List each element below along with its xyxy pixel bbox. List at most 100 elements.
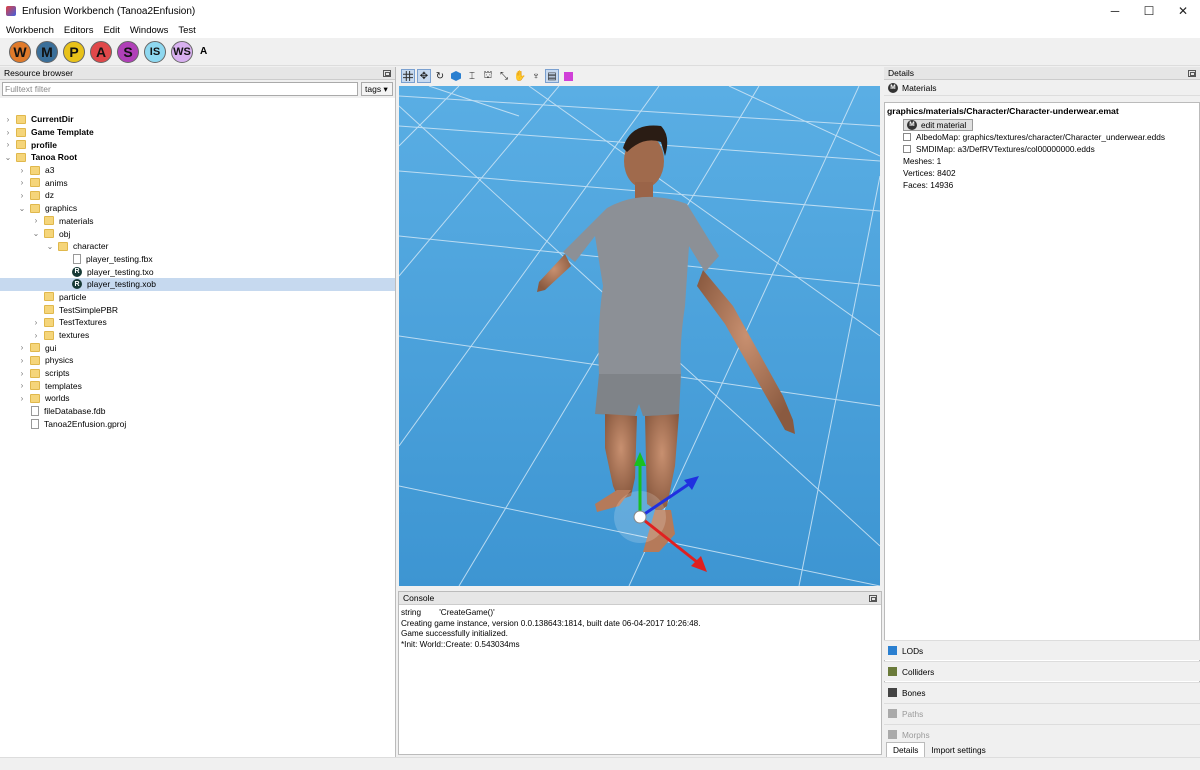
collapsed-arrow-icon[interactable]: › [18, 381, 26, 390]
tree-item[interactable]: ⌄ obj [0, 227, 395, 240]
tree-item[interactable]: › anims [0, 176, 395, 189]
tree-item[interactable]: ⌄ Tanoa Root [0, 151, 395, 164]
tree-item[interactable]: player_testing.fbx [0, 253, 395, 266]
tab-details[interactable]: Details [886, 742, 926, 757]
tree-item[interactable]: › a3 [0, 164, 395, 177]
module-button-is[interactable]: IS [144, 40, 166, 63]
hand-icon[interactable]: ✋ [513, 69, 527, 83]
tags-dropdown[interactable]: tags ▾ [361, 82, 393, 96]
menu-editors[interactable]: Editors [64, 25, 94, 36]
tree-item[interactable]: Tanoa2Enfusion.gproj [0, 418, 395, 431]
menu-test[interactable]: Test [178, 25, 195, 36]
module-button-a[interactable]: A [90, 40, 112, 63]
minimize-button[interactable]: ─ [1098, 0, 1132, 22]
morphs-icon [888, 730, 897, 739]
module-button-m[interactable]: M [36, 40, 58, 63]
undock-icon[interactable] [1188, 69, 1196, 77]
module-button-ws[interactable]: WS [171, 40, 193, 63]
tree-item[interactable]: TestSimplePBR [0, 303, 395, 316]
section-lods[interactable]: LODs [884, 640, 1200, 660]
move-icon[interactable]: ✥ [417, 69, 431, 83]
materials-section-header[interactable]: M Materials [884, 80, 1200, 96]
folder-icon [30, 355, 40, 365]
tree-item[interactable]: › CurrentDir [0, 113, 395, 126]
tree-item[interactable]: Rplayer_testing.txo [0, 265, 395, 278]
tree-item[interactable]: › worlds [0, 392, 395, 405]
maximize-button[interactable]: ☐ [1132, 0, 1166, 22]
grid-icon[interactable] [401, 69, 415, 83]
console-output[interactable]: string 'CreateGame()' Creating game inst… [399, 605, 881, 653]
cube-icon[interactable] [449, 69, 463, 83]
vertices-count: Vertices: 8402 [903, 168, 956, 178]
tree-item[interactable]: › TestTextures [0, 316, 395, 329]
tree-item[interactable]: › gui [0, 341, 395, 354]
tree-item[interactable]: fileDatabase.fdb [0, 405, 395, 418]
collapsed-arrow-icon[interactable]: › [4, 115, 12, 124]
font-tool-button[interactable]: A [200, 46, 207, 57]
section-colliders[interactable]: Colliders [884, 661, 1200, 681]
rotate-icon[interactable]: ↻ [433, 69, 447, 83]
edit-material-button[interactable]: M edit material [903, 119, 974, 131]
tree-item[interactable]: › templates [0, 379, 395, 392]
fulltext-filter-input[interactable]: Fulltext filter [2, 82, 358, 96]
collapsed-arrow-icon[interactable]: › [18, 343, 26, 352]
tab-import-settings[interactable]: Import settings [925, 742, 991, 757]
albedo-map: AlbedoMap: graphics/textures/character/C… [916, 132, 1166, 142]
folder-icon [30, 381, 40, 391]
morph-icon[interactable] [561, 69, 575, 83]
file-icon [31, 418, 39, 429]
expanded-arrow-icon[interactable]: ⌄ [46, 242, 54, 251]
module-button-p[interactable]: P [63, 40, 85, 63]
collapsed-arrow-icon[interactable]: › [18, 394, 26, 403]
tree-item[interactable]: › profile [0, 138, 395, 151]
menu-windows[interactable]: Windows [130, 25, 169, 36]
tree-item[interactable]: › physics [0, 354, 395, 367]
status-bar [0, 757, 1200, 770]
skeleton-icon[interactable]: ♆ [529, 69, 543, 83]
viewport-toolbar: ✥ ↻ ⌶ ⛫ ⤡ ✋ ♆ ▤ [398, 67, 882, 85]
collapsed-arrow-icon[interactable]: › [4, 128, 12, 137]
tree-item[interactable]: › textures [0, 329, 395, 342]
collapsed-arrow-icon[interactable]: › [32, 216, 40, 225]
collapsed-arrow-icon[interactable]: › [18, 356, 26, 365]
material-icon: M [907, 120, 917, 130]
expanded-arrow-icon[interactable]: ⌄ [32, 229, 40, 238]
tree-item[interactable]: ⌄ character [0, 240, 395, 253]
tree-item[interactable]: › scripts [0, 367, 395, 380]
title-bar: Enfusion Workbench (Tanoa2Enfusion) ─ ☐ … [0, 0, 1200, 22]
collapsed-arrow-icon[interactable]: › [18, 191, 26, 200]
collapsed-arrow-icon[interactable]: › [4, 140, 12, 149]
tree-item[interactable]: ⌄ graphics [0, 202, 395, 215]
collapsed-arrow-icon[interactable]: › [32, 318, 40, 327]
folder-icon [44, 330, 54, 340]
tree-item-label: gui [45, 342, 57, 353]
tree-item[interactable]: › materials [0, 215, 395, 228]
tree-item-label: profile [31, 139, 57, 150]
expanded-arrow-icon[interactable]: ⌄ [4, 153, 12, 162]
bone-icon[interactable]: ⌶ [465, 69, 479, 83]
tree-item-label: Tanoa2Enfusion.gproj [44, 418, 127, 429]
collapsed-arrow-icon[interactable]: › [18, 166, 26, 175]
tree-item[interactable]: › dz [0, 189, 395, 202]
3d-viewport[interactable] [399, 86, 880, 586]
tree-item-label: fileDatabase.fdb [44, 406, 106, 417]
collapsed-arrow-icon[interactable]: › [18, 178, 26, 187]
module-button-w[interactable]: W [9, 40, 31, 63]
module-button-s[interactable]: S [117, 40, 139, 63]
undock-icon[interactable] [383, 69, 391, 77]
folder-icon [58, 241, 68, 251]
expanded-arrow-icon[interactable]: ⌄ [18, 204, 26, 213]
tree-item[interactable]: particle [0, 291, 395, 304]
close-button[interactable]: ✕ [1166, 0, 1200, 22]
undock-icon[interactable] [869, 594, 877, 602]
menu-edit[interactable]: Edit [103, 25, 119, 36]
collapsed-arrow-icon[interactable]: › [18, 369, 26, 378]
menu-workbench[interactable]: Workbench [6, 25, 54, 36]
tree-item[interactable]: Rplayer_testing.xob [0, 277, 395, 291]
section-bones[interactable]: Bones [884, 682, 1200, 702]
ground-icon[interactable]: ▤ [545, 69, 559, 83]
resize-icon[interactable]: ⤡ [497, 69, 511, 83]
collapsed-arrow-icon[interactable]: › [32, 331, 40, 340]
collider-icon[interactable]: ⛫ [481, 69, 495, 83]
tree-item[interactable]: › Game Template [0, 126, 395, 139]
